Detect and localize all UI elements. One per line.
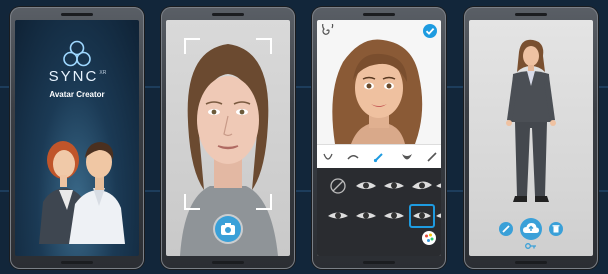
phone-photo-capture <box>161 7 295 269</box>
avatar-preview-screen <box>469 20 593 256</box>
phone-home-bar <box>61 261 93 264</box>
phone-home-bar <box>212 261 244 264</box>
splash-screen: SYNCXR Avatar Creator <box>15 20 139 256</box>
eye-option[interactable] <box>325 204 351 228</box>
frame-corner <box>184 194 200 210</box>
eye-option[interactable] <box>433 204 441 228</box>
key-icon <box>525 243 536 249</box>
color-palette-icon[interactable] <box>421 230 437 246</box>
delete-icon <box>552 225 560 233</box>
phone-speaker <box>61 13 93 16</box>
eye-option[interactable] <box>353 174 379 198</box>
phone-splash: SYNCXR Avatar Creator <box>10 7 144 269</box>
eye-option[interactable] <box>409 174 435 198</box>
brand-title: SYNCXR <box>48 68 107 85</box>
phone-speaker <box>363 13 395 16</box>
eye-options-grid <box>317 168 441 256</box>
frame-corner <box>256 194 272 210</box>
sync-logo-icon <box>63 40 91 67</box>
pencil-icon[interactable] <box>425 150 439 164</box>
eye-option[interactable] <box>381 204 407 228</box>
delete-button[interactable] <box>549 222 563 236</box>
none-option-icon[interactable] <box>325 174 351 198</box>
camera-icon <box>221 223 235 235</box>
edit-icon <box>502 225 510 233</box>
beard-icon[interactable] <box>400 150 414 164</box>
avatar-pair-illustration <box>39 141 125 244</box>
app-subtitle: Avatar Creator <box>49 90 105 99</box>
upload-button[interactable] <box>520 218 542 240</box>
phone-home-bar <box>515 261 547 264</box>
capture-button[interactable] <box>215 216 241 242</box>
photo-capture-screen <box>166 20 290 256</box>
face-editor-screen <box>317 20 441 256</box>
full-body-avatar <box>506 39 556 202</box>
eye-option[interactable] <box>381 174 407 198</box>
edit-button[interactable] <box>499 222 513 236</box>
brush-icon[interactable] <box>372 150 386 164</box>
eye-option[interactable] <box>433 174 441 198</box>
eye-option[interactable] <box>353 204 379 228</box>
cloud-upload-icon <box>523 223 539 233</box>
phone-avatar-preview <box>464 7 598 269</box>
frame-corner <box>256 38 272 54</box>
phone-home-bar <box>363 261 395 264</box>
eye-option-selected[interactable] <box>409 204 435 228</box>
phone-speaker <box>515 13 547 16</box>
face-shape-icon[interactable] <box>321 150 335 164</box>
feature-toolbar <box>317 144 441 169</box>
phone-face-editor <box>312 7 446 269</box>
avatar-face-3d <box>332 39 423 144</box>
eyebrow-icon[interactable] <box>346 150 360 164</box>
frame-corner <box>184 38 200 54</box>
phone-speaker <box>212 13 244 16</box>
